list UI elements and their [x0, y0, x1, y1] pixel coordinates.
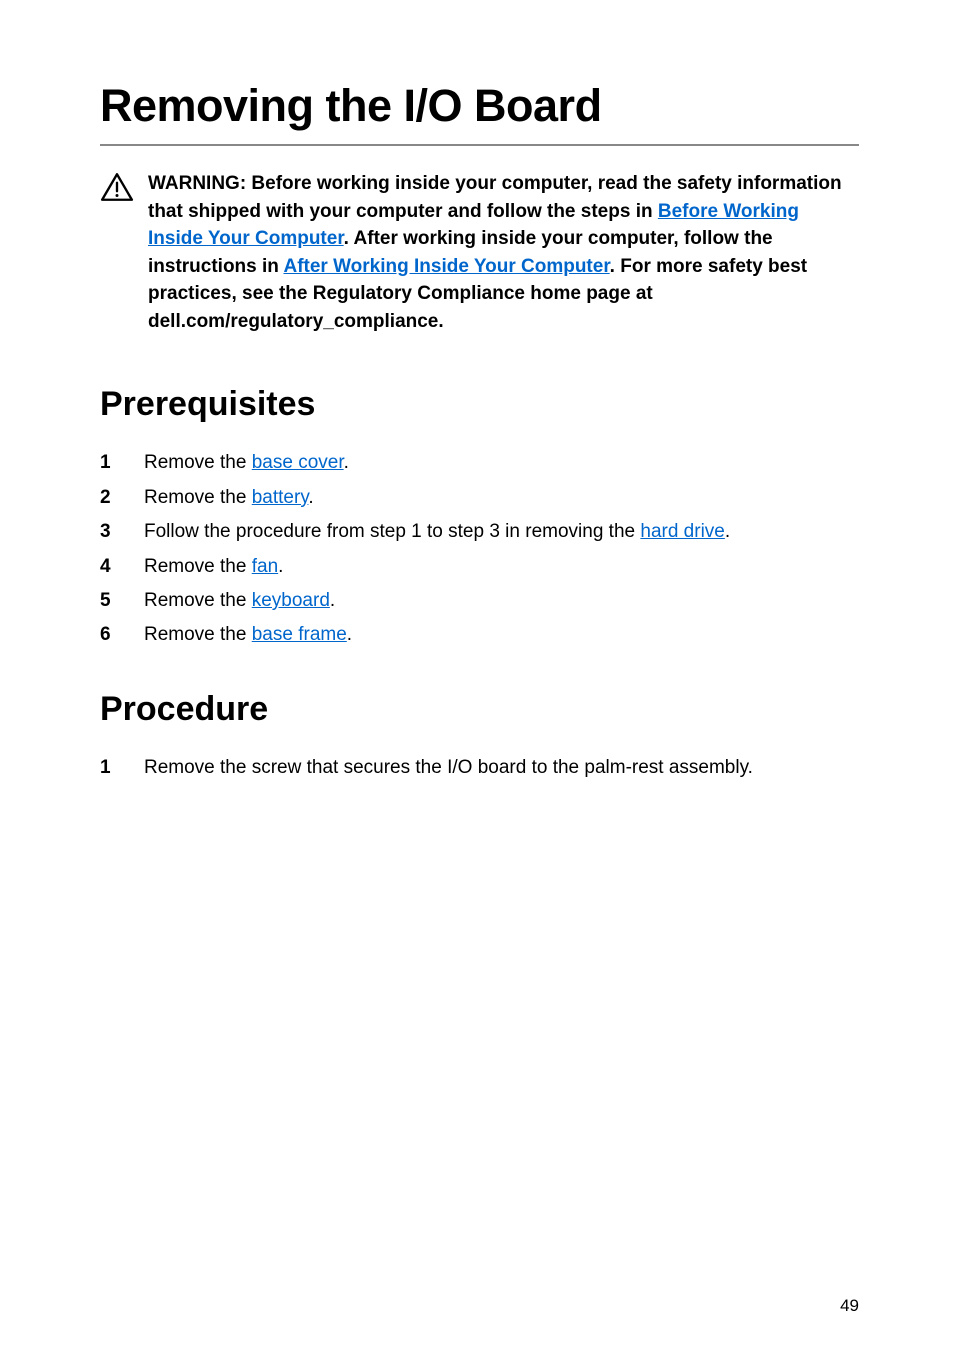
- link-base-frame[interactable]: base frame: [252, 624, 347, 645]
- link-hard-drive[interactable]: hard drive: [640, 521, 725, 542]
- list-item: Remove the screw that secures the I/O bo…: [100, 753, 859, 782]
- list-item: Follow the procedure from step 1 to step…: [100, 517, 859, 546]
- page-content: Removing the I/O Board WARNING: Before w…: [0, 0, 954, 782]
- warning-text: WARNING: Before working inside your comp…: [148, 170, 849, 335]
- link-battery[interactable]: battery: [252, 487, 309, 508]
- link-fan[interactable]: fan: [252, 556, 278, 577]
- list-item: Remove the battery.: [100, 483, 859, 512]
- warning-block: WARNING: Before working inside your comp…: [100, 170, 859, 335]
- procedure-list: Remove the screw that secures the I/O bo…: [100, 753, 859, 782]
- list-item: Remove the base frame.: [100, 620, 859, 649]
- page-title: Removing the I/O Board: [100, 80, 859, 146]
- link-after-working[interactable]: After Working Inside Your Computer: [283, 256, 609, 277]
- prerequisites-list: Remove the base cover. Remove the batter…: [100, 448, 859, 650]
- prerequisites-heading: Prerequisites: [100, 385, 859, 424]
- list-item: Remove the fan.: [100, 552, 859, 581]
- link-base-cover[interactable]: base cover: [252, 452, 344, 473]
- page-number: 49: [840, 1296, 859, 1316]
- link-keyboard[interactable]: keyboard: [252, 590, 330, 611]
- procedure-heading: Procedure: [100, 690, 859, 729]
- list-item: Remove the base cover.: [100, 448, 859, 477]
- warning-icon: [100, 170, 134, 207]
- list-item: Remove the keyboard.: [100, 586, 859, 615]
